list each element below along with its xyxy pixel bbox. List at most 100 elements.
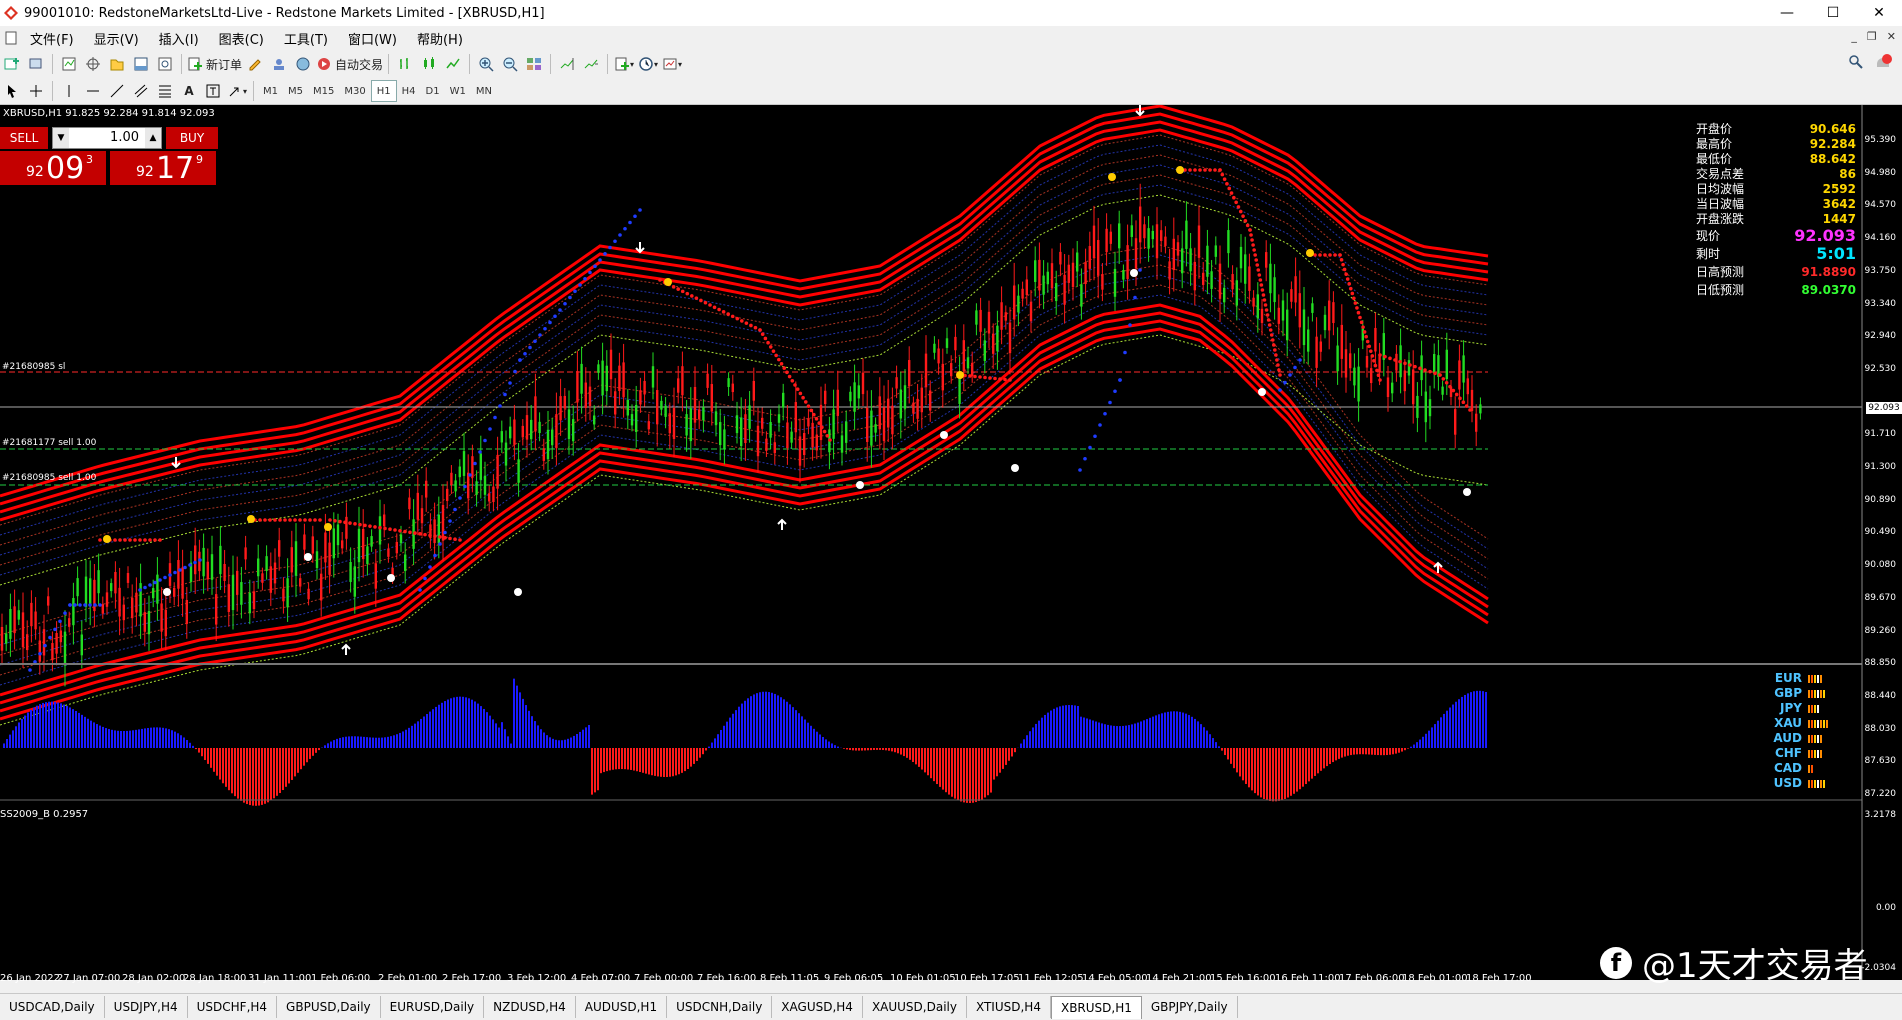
menu-help[interactable]: 帮助(H) (407, 29, 473, 48)
chart-tab[interactable]: GBPUSD,Daily (277, 996, 381, 1018)
candle-body (1311, 303, 1313, 313)
menu-tools[interactable]: 工具(T) (274, 29, 338, 48)
templates-button[interactable]: ▾ (661, 53, 683, 75)
menu-charts[interactable]: 图表(C) (209, 29, 274, 48)
fibonacci-tool[interactable] (154, 80, 176, 102)
line-chart-button[interactable] (442, 53, 464, 75)
meta-editor-button[interactable] (244, 53, 266, 75)
chart-tab[interactable]: AUDUSD,H1 (576, 996, 667, 1018)
notification-icon[interactable] (1874, 54, 1892, 72)
chart-shift-button[interactable] (556, 53, 578, 75)
market-watch-button[interactable] (58, 53, 80, 75)
timeframe-d1[interactable]: D1 (421, 81, 445, 101)
lot-size-input[interactable]: ▼ 1.00 ▲ (52, 127, 162, 149)
timeframe-m15[interactable]: M15 (308, 81, 339, 101)
timeframe-w1[interactable]: W1 (445, 81, 471, 101)
buy-price-box[interactable]: 92 17 9 (110, 151, 216, 185)
menu-view[interactable]: 显示(V) (84, 29, 149, 48)
order-label-sell-2[interactable]: #21680985 sell 1.00 (2, 473, 96, 483)
chart-tab[interactable]: USDCNH,Daily (667, 996, 772, 1018)
data-window-button[interactable] (82, 53, 104, 75)
timeframe-h1[interactable]: H1 (371, 80, 397, 102)
signals-button[interactable] (268, 53, 290, 75)
info-row: 日低预测89.0370 (1696, 281, 1856, 299)
lot-size-value[interactable]: 1.00 (110, 130, 139, 145)
timeframe-mn[interactable]: MN (471, 81, 497, 101)
menu-insert[interactable]: 插入(I) (149, 29, 209, 48)
chart-tab[interactable]: USDCAD,Daily (0, 996, 105, 1018)
order-label-sl[interactable]: #21680985 sl (2, 362, 65, 372)
menu-file[interactable]: 文件(F) (20, 29, 84, 48)
minimize-button[interactable]: — (1764, 0, 1810, 26)
vertical-line-tool[interactable] (58, 80, 80, 102)
menu-window[interactable]: 窗口(W) (338, 29, 407, 48)
zoom-in-button[interactable] (475, 53, 497, 75)
tile-windows-button[interactable] (523, 53, 545, 75)
price-chart-canvas[interactable] (0, 105, 1902, 980)
chart-tab[interactable]: USDCHF,H4 (188, 996, 277, 1018)
close-button[interactable]: ✕ (1856, 0, 1902, 26)
search-icon[interactable] (1848, 54, 1864, 70)
document-icon[interactable] (2, 29, 20, 47)
timeframe-m30[interactable]: M30 (339, 81, 370, 101)
periods-button[interactable]: ▾ (637, 53, 659, 75)
candle-body (480, 453, 482, 479)
chart-tab[interactable]: EURUSD,Daily (381, 996, 485, 1018)
indicators-button[interactable]: ▾ (613, 53, 635, 75)
arrows-tool[interactable]: ▾ (226, 80, 248, 102)
timeframe-m5[interactable]: M5 (283, 81, 308, 101)
chart-tab[interactable]: XAGUSD,H4 (772, 996, 863, 1018)
buy-button[interactable]: BUY (166, 127, 218, 149)
text-tool[interactable]: A (178, 80, 200, 102)
histogram-bar-positive (1155, 715, 1157, 748)
mdi-minimize-button[interactable]: _ (1851, 30, 1857, 43)
new-chart-button[interactable] (1, 53, 23, 75)
buy-price-fraction: 9 (196, 153, 203, 166)
text-label-tool[interactable] (202, 80, 224, 102)
histogram-bar-negative (1245, 748, 1247, 784)
new-order-button[interactable]: 新订单 (187, 53, 242, 75)
chart-tab[interactable]: XBRUSD,H1 (1051, 996, 1142, 1019)
chart-tab[interactable]: XTIUSD,H4 (967, 996, 1051, 1018)
auto-trading-icon (316, 56, 332, 72)
sell-price-box[interactable]: 92 09 3 (0, 151, 106, 185)
fibonacci-icon (157, 83, 173, 99)
lot-increase-button[interactable]: ▲ (145, 128, 161, 148)
candle-body (1051, 263, 1053, 288)
trend-dot-up (583, 277, 587, 281)
chart-tab[interactable]: NZDUSD,H4 (484, 996, 576, 1018)
order-label-sell-1[interactable]: #21681177 sell 1.00 (2, 438, 96, 448)
market-button[interactable] (292, 53, 314, 75)
trend-dot-down (303, 518, 307, 522)
histogram-bar-negative (1236, 748, 1238, 772)
candle-body (748, 405, 750, 428)
terminal-button[interactable] (130, 53, 152, 75)
chart-tab[interactable]: GBPJPY,Daily (1142, 996, 1238, 1018)
candle-body (1072, 263, 1074, 287)
autoscroll-button[interactable] (580, 53, 602, 75)
strategy-tester-button[interactable] (154, 53, 176, 75)
bar-chart-button[interactable] (394, 53, 416, 75)
channel-tool[interactable] (130, 80, 152, 102)
chart-window[interactable] (0, 105, 1902, 980)
cursor-tool[interactable] (1, 80, 23, 102)
lot-decrease-button[interactable]: ▼ (53, 128, 69, 148)
chart-tab[interactable]: USDJPY,H4 (105, 996, 188, 1018)
zoom-out-button[interactable] (499, 53, 521, 75)
navigator-button[interactable] (106, 53, 128, 75)
mdi-restore-button[interactable]: ❐ (1867, 30, 1877, 43)
chart-tab[interactable]: XAUUSD,Daily (863, 996, 967, 1018)
histogram-bar-negative (900, 748, 902, 755)
auto-trading-button[interactable]: 自动交易 (316, 53, 383, 75)
mdi-close-button[interactable]: ✕ (1887, 30, 1896, 43)
trendline-tool[interactable] (106, 80, 128, 102)
candlestick-button[interactable] (418, 53, 440, 75)
crosshair-tool[interactable] (25, 80, 47, 102)
profiles-button[interactable] (25, 53, 47, 75)
timeframe-h4[interactable]: H4 (397, 81, 421, 101)
maximize-button[interactable]: ☐ (1810, 0, 1856, 26)
horizontal-line-tool[interactable] (82, 80, 104, 102)
timeframe-m1[interactable]: M1 (258, 81, 283, 101)
histogram-bar-negative (1320, 748, 1322, 771)
sell-button[interactable]: SELL (0, 127, 48, 149)
